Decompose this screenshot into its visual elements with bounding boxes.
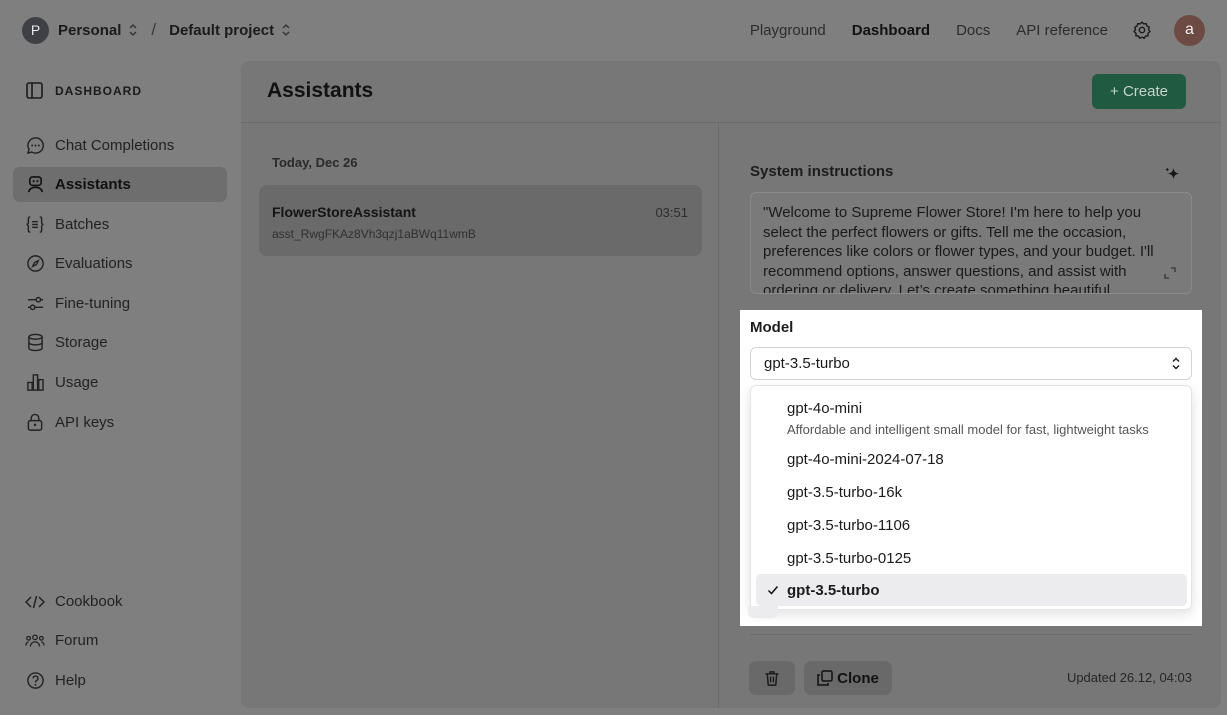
chat-bubble-icon: [25, 136, 45, 156]
user-avatar[interactable]: a: [1174, 14, 1205, 46]
assistant-list: Today, Dec 26 FlowerStoreAssistant asst_…: [241, 123, 719, 708]
system-instructions-textarea[interactable]: "Welcome to Supreme Flower Store! I'm he…: [750, 192, 1192, 294]
sidebar-item-label: Assistants: [55, 176, 131, 193]
model-option-label: gpt-4o-mini-2024-07-18: [787, 451, 944, 468]
sidebar-item-storage[interactable]: Storage: [13, 325, 227, 360]
model-option-label: gpt-4o-mini: [787, 400, 863, 417]
model-option-label: gpt-3.5-turbo-1106: [787, 517, 911, 534]
model-option-description: Affordable and intelligent small model f…: [787, 422, 1149, 437]
robot-icon: [25, 175, 45, 195]
model-select-value: gpt-3.5-turbo: [764, 355, 850, 372]
hidden-control-edge: [748, 606, 778, 618]
model-option[interactable]: gpt-3.5-turbo-1106: [756, 509, 1187, 541]
updated-timestamp: Updated 26.12, 04:03: [1066, 670, 1192, 685]
sidebar-item-label: Chat Completions: [55, 137, 175, 154]
sidebar-item-assistants[interactable]: Assistants: [13, 167, 227, 202]
code-icon: [25, 592, 45, 612]
model-option[interactable]: gpt-3.5-turbo-0125: [756, 542, 1187, 574]
sidebar-item-label: Forum: [55, 632, 99, 649]
sidebar-item-batches[interactable]: Batches: [13, 207, 227, 242]
model-option-selected[interactable]: gpt-3.5-turbo: [756, 574, 1187, 606]
sidebar-item-help[interactable]: Help: [13, 663, 227, 698]
chevron-updown-icon: [1171, 356, 1181, 375]
sidebar-item-label: API keys: [55, 414, 115, 431]
sidebar-item-cookbook[interactable]: Cookbook: [13, 584, 227, 619]
bar-chart-icon: [25, 373, 45, 393]
trash-icon: [765, 670, 779, 686]
breadcrumb-separator: /: [151, 20, 157, 39]
chevron-updown-icon[interactable]: [128, 23, 138, 37]
section-divider: [750, 634, 1192, 635]
sidebar-item-fine-tuning[interactable]: Fine-tuning: [13, 286, 227, 321]
model-select[interactable]: gpt-3.5-turbo: [750, 347, 1192, 380]
project-switcher[interactable]: Default project: [169, 22, 274, 39]
clone-button[interactable]: Clone: [804, 661, 892, 695]
help-icon: [25, 671, 45, 691]
delete-button[interactable]: [749, 661, 795, 695]
nav-playground[interactable]: Playground: [750, 22, 826, 39]
expand-icon[interactable]: [1164, 266, 1176, 284]
model-option-label: gpt-3.5-turbo-0125: [787, 550, 912, 567]
sidebar-item-api-keys[interactable]: API keys: [13, 405, 227, 440]
model-option[interactable]: gpt-4o-mini-2024-07-18: [756, 444, 1187, 476]
org-switcher[interactable]: Personal: [58, 22, 121, 39]
gear-icon[interactable]: [1132, 20, 1152, 40]
sidebar-item-label: Storage: [55, 334, 108, 351]
braces-list-icon: [25, 215, 45, 235]
sidebar-item-label: Fine-tuning: [55, 295, 131, 312]
copy-icon: [817, 670, 833, 686]
nav-api-reference[interactable]: API reference: [1016, 22, 1108, 39]
check-icon: [767, 583, 779, 601]
sliders-icon: [25, 294, 45, 314]
sidebar-item-label: Batches: [55, 216, 110, 233]
sidebar-item-chat-completions[interactable]: Chat Completions: [13, 128, 227, 163]
sparkle-icon[interactable]: [1163, 165, 1184, 191]
assistant-name: FlowerStoreAssistant: [272, 204, 416, 220]
sidebar-title: DASHBOARD: [55, 83, 142, 98]
lock-icon: [25, 413, 45, 433]
sidebar-toggle-icon[interactable]: [26, 82, 43, 99]
model-dropdown: gpt-4o-mini Affordable and intelligent s…: [750, 385, 1192, 610]
date-heading: Today, Dec 26: [272, 155, 358, 170]
sidebar-item-label: Help: [55, 672, 86, 689]
main-header: Assistants + Create: [241, 61, 1221, 123]
clone-label: Clone: [837, 669, 879, 687]
system-instructions-label: System instructions: [750, 163, 894, 180]
people-icon: [25, 631, 45, 651]
sidebar-item-evaluations[interactable]: Evaluations: [13, 246, 227, 281]
sidebar-item-label: Cookbook: [55, 593, 123, 610]
sidebar-item-usage[interactable]: Usage: [13, 365, 227, 400]
top-bar: P Personal / Default project Playground …: [0, 0, 1227, 60]
sidebar-header[interactable]: DASHBOARD: [26, 82, 142, 99]
model-option-label: gpt-3.5-turbo: [787, 582, 880, 599]
sidebar-item-forum[interactable]: Forum: [13, 623, 227, 658]
nav-dashboard[interactable]: Dashboard: [852, 22, 930, 39]
create-button[interactable]: + Create: [1092, 74, 1186, 109]
model-section: Model gpt-3.5-turbo gpt-4o-mini Affordab…: [740, 310, 1202, 626]
org-avatar[interactable]: P: [22, 16, 49, 44]
sidebar-item-label: Evaluations: [55, 255, 133, 272]
page-title: Assistants: [267, 79, 374, 102]
compass-icon: [25, 254, 45, 274]
model-label: Model: [750, 319, 794, 336]
sidebar: DASHBOARD Chat Completions Assistants Ba…: [0, 60, 240, 715]
database-icon: [25, 333, 45, 353]
model-option-label: gpt-3.5-turbo-16k: [787, 484, 903, 501]
chevron-updown-icon[interactable]: [281, 23, 291, 37]
model-option[interactable]: gpt-3.5-turbo-16k: [756, 476, 1187, 508]
assistant-list-item[interactable]: FlowerStoreAssistant asst_RwgFKAz8Vh3qzj…: [259, 185, 702, 256]
sidebar-item-label: Usage: [55, 374, 99, 391]
assistant-id: asst_RwgFKAz8Vh3qzj1aBWq11wmB: [272, 227, 476, 241]
nav-docs[interactable]: Docs: [956, 22, 990, 39]
top-nav: Playground Dashboard Docs API reference …: [724, 14, 1205, 46]
assistant-time: 03:51: [655, 205, 688, 220]
model-option[interactable]: gpt-4o-mini Affordable and intelligent s…: [756, 392, 1187, 440]
